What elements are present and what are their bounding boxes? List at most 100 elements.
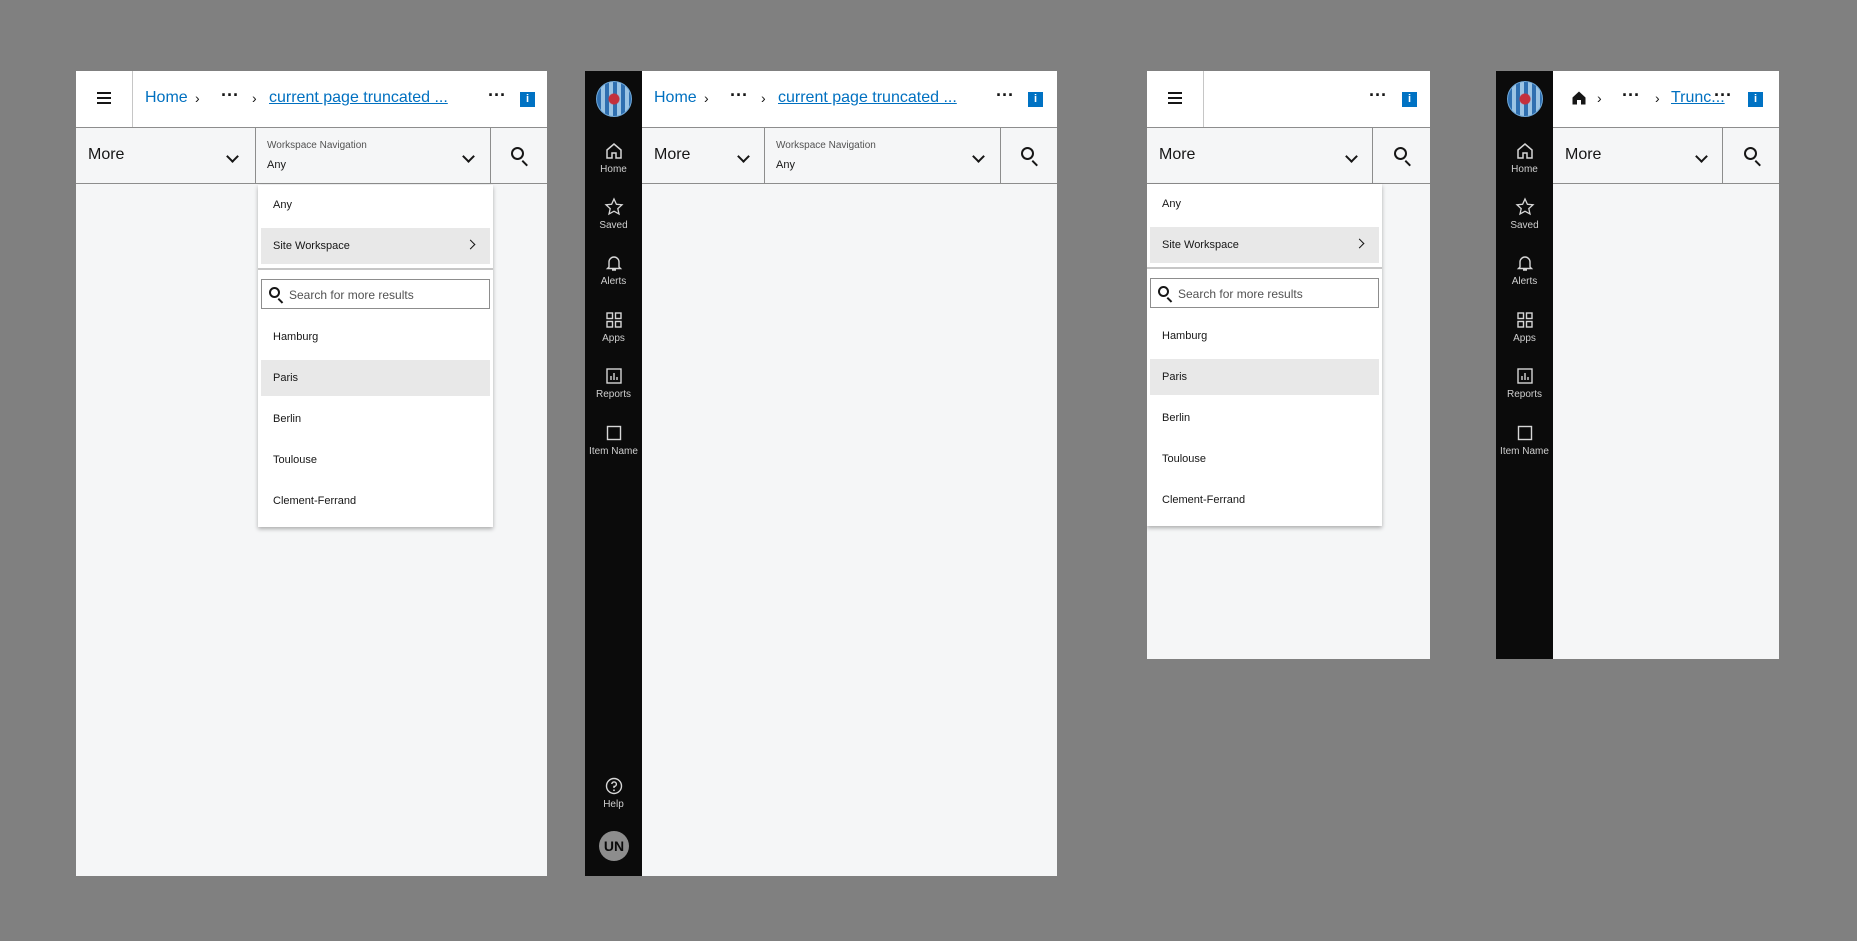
search-icon bbox=[511, 147, 524, 160]
hamburger-icon bbox=[1168, 92, 1182, 104]
breadcrumb-current-page[interactable]: current page truncated ... bbox=[269, 89, 448, 107]
breadcrumb-chevron-icon: › bbox=[1655, 90, 1660, 106]
home-icon bbox=[605, 143, 622, 159]
toolbar: More bbox=[1147, 128, 1430, 184]
option-label: Site Workspace bbox=[1162, 239, 1239, 251]
search-button[interactable] bbox=[1001, 128, 1057, 183]
workspace-navigation-value: Any bbox=[267, 159, 286, 171]
breadcrumb-home[interactable]: Home bbox=[654, 89, 697, 107]
header: ··· i bbox=[1147, 71, 1430, 128]
sidenav-item-item-name[interactable]: Item Name bbox=[1496, 423, 1553, 457]
more-dropdown[interactable]: More bbox=[1147, 128, 1373, 183]
result-berlin[interactable]: Berlin bbox=[1150, 400, 1379, 436]
avatar[interactable]: UN bbox=[599, 831, 629, 861]
sidenav-item-reports[interactable]: Reports bbox=[585, 366, 642, 400]
result-paris[interactable]: Paris bbox=[1150, 359, 1379, 395]
result-clement-ferrand[interactable]: Clement-Ferrand bbox=[1150, 482, 1379, 518]
result-hamburg[interactable]: Hamburg bbox=[1150, 318, 1379, 354]
sidenav-label: Apps bbox=[602, 333, 625, 344]
toolbar: More bbox=[1553, 128, 1779, 184]
sidenav-label: Reports bbox=[595, 389, 631, 400]
breadcrumb-overflow-button[interactable]: ··· bbox=[1622, 85, 1640, 106]
result-label: Berlin bbox=[1162, 412, 1191, 424]
chevron-right-icon bbox=[465, 239, 476, 250]
panel-mobile-menu-open: Home › ··· › current page truncated ... … bbox=[76, 71, 547, 876]
hamburger-menu-button[interactable] bbox=[1147, 71, 1204, 127]
chevron-down-icon bbox=[462, 150, 475, 163]
info-button[interactable]: i bbox=[1748, 92, 1763, 107]
more-label: More bbox=[88, 146, 125, 163]
more-dropdown[interactable]: More bbox=[642, 128, 765, 183]
chevron-down-icon bbox=[972, 150, 985, 163]
menu-option-any[interactable]: Any bbox=[261, 187, 490, 223]
sidenav-label: Home bbox=[600, 164, 627, 175]
sidenav-item-apps[interactable]: Apps bbox=[1496, 310, 1553, 344]
sidenav-item-help[interactable]: Help bbox=[585, 776, 642, 810]
menu-search-input[interactable]: Search for more results bbox=[1150, 278, 1379, 308]
toolbar: More Workspace Navigation Any bbox=[76, 128, 547, 184]
option-label: Any bbox=[273, 199, 292, 211]
sidenav-label: Home bbox=[1511, 164, 1538, 175]
search-button[interactable] bbox=[491, 128, 547, 183]
info-button[interactable]: i bbox=[1402, 92, 1417, 107]
header-overflow-button[interactable]: ··· bbox=[1714, 85, 1732, 106]
search-button[interactable] bbox=[1723, 128, 1779, 183]
result-toulouse[interactable]: Toulouse bbox=[261, 442, 490, 478]
info-button[interactable]: i bbox=[520, 92, 535, 107]
chevron-down-icon bbox=[1695, 150, 1708, 163]
more-label: More bbox=[654, 146, 691, 163]
header-overflow-button[interactable]: ··· bbox=[1369, 85, 1387, 106]
result-label: Paris bbox=[273, 372, 299, 384]
result-label: Toulouse bbox=[273, 454, 318, 466]
more-label: More bbox=[1159, 146, 1196, 163]
sidenav-item-item-name[interactable]: Item Name bbox=[585, 423, 642, 457]
breadcrumb-overflow-button[interactable]: ··· bbox=[221, 85, 239, 106]
more-dropdown[interactable]: More bbox=[1553, 128, 1723, 183]
menu-option-site-workspace[interactable]: Site Workspace bbox=[1150, 227, 1379, 263]
logo[interactable] bbox=[596, 81, 632, 117]
sidenav-item-apps[interactable]: Apps bbox=[585, 310, 642, 344]
menu-option-site-workspace[interactable]: Site Workspace bbox=[261, 228, 490, 264]
bell-icon bbox=[605, 256, 622, 271]
header-overflow-button[interactable]: ··· bbox=[996, 85, 1014, 106]
header: › ··· › Trunc... ··· i bbox=[1553, 71, 1779, 128]
hamburger-menu-button[interactable] bbox=[76, 71, 133, 127]
menu-search-input[interactable]: Search for more results bbox=[261, 279, 490, 309]
info-button[interactable]: i bbox=[1028, 92, 1043, 107]
workspace-navigation-dropdown[interactable]: Workspace Navigation Any bbox=[255, 128, 491, 183]
sidenav-item-saved[interactable]: Saved bbox=[1496, 197, 1553, 231]
sidenav-item-home[interactable]: Home bbox=[585, 141, 642, 175]
result-toulouse[interactable]: Toulouse bbox=[1150, 441, 1379, 477]
search-icon bbox=[1744, 147, 1757, 160]
result-hamburg[interactable]: Hamburg bbox=[261, 319, 490, 355]
sidenav-item-alerts[interactable]: Alerts bbox=[1496, 253, 1553, 287]
sidenav-item-saved[interactable]: Saved bbox=[585, 197, 642, 231]
breadcrumb-home-icon[interactable] bbox=[1571, 90, 1587, 106]
logo[interactable] bbox=[1507, 81, 1543, 117]
square-icon bbox=[1517, 425, 1532, 441]
breadcrumb-home[interactable]: Home bbox=[145, 89, 188, 107]
sidenav-label: Help bbox=[603, 799, 624, 810]
menu-option-any[interactable]: Any bbox=[1150, 186, 1379, 222]
breadcrumb-overflow-button[interactable]: ··· bbox=[730, 85, 748, 106]
workspace-navigation-dropdown[interactable]: Workspace Navigation Any bbox=[764, 128, 1001, 183]
workspace-dropdown-menu: Any Site Workspace Search for more resul… bbox=[258, 185, 493, 527]
result-clement-ferrand[interactable]: Clement-Ferrand bbox=[261, 483, 490, 519]
more-dropdown[interactable]: More bbox=[76, 128, 256, 183]
result-paris[interactable]: Paris bbox=[261, 360, 490, 396]
result-berlin[interactable]: Berlin bbox=[261, 401, 490, 437]
result-label: Paris bbox=[1162, 371, 1188, 383]
bell-icon bbox=[1516, 256, 1533, 271]
sidenav-item-alerts[interactable]: Alerts bbox=[585, 253, 642, 287]
sidenav-item-home[interactable]: Home bbox=[1496, 141, 1553, 175]
result-label: Toulouse bbox=[1162, 453, 1207, 465]
header-overflow-button[interactable]: ··· bbox=[488, 85, 506, 106]
menu-divider bbox=[1147, 267, 1382, 269]
workspace-navigation-caption: Workspace Navigation bbox=[267, 140, 367, 151]
breadcrumb-current-page[interactable]: current page truncated ... bbox=[778, 89, 957, 107]
side-navigation: Home Saved Alerts Apps Reports Item Name bbox=[1496, 71, 1553, 659]
help-icon bbox=[605, 777, 622, 795]
breadcrumb-chevron-icon: › bbox=[704, 90, 709, 106]
sidenav-item-reports[interactable]: Reports bbox=[1496, 366, 1553, 400]
search-button[interactable] bbox=[1373, 128, 1430, 183]
